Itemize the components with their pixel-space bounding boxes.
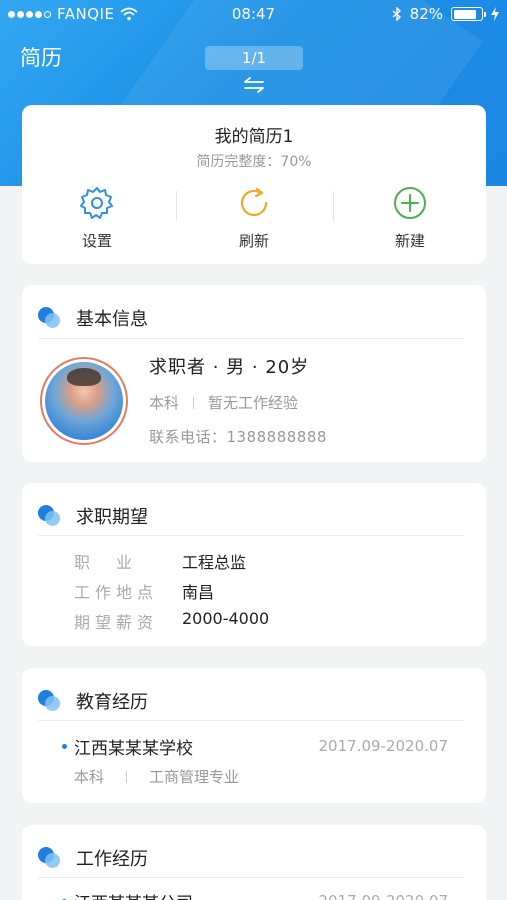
avatar[interactable]	[40, 357, 128, 445]
section-header: 求职期望	[38, 503, 148, 529]
work-experience-card[interactable]: 工作经历 江西某某某公司 2017.09-2020.07	[22, 825, 486, 900]
new-resume-button[interactable]: 新建	[360, 185, 460, 251]
battery-icon	[451, 7, 486, 21]
education-school[interactable]: 江西某某某学校	[62, 734, 193, 759]
settings-button[interactable]: 设置	[47, 185, 147, 251]
expectation-row-location: 工作地点 南昌	[74, 579, 214, 603]
separator	[193, 396, 195, 409]
section-title: 教育经历	[76, 692, 148, 713]
education-details: 本科 工商管理专业	[74, 766, 239, 787]
expectation-value: 南昌	[182, 583, 215, 602]
section-title: 求职期望	[76, 507, 148, 528]
resume-progress: 简历完整度：70%	[196, 154, 312, 170]
bubble-icon	[38, 847, 62, 869]
refresh-button[interactable]: 刷新	[204, 185, 304, 251]
new-resume-label: 新建	[394, 232, 425, 250]
work-period: 2017.09-2020.07	[319, 892, 448, 900]
job-expectation-card[interactable]: 求职期望 职业 工程总监 工作地点 南昌 期望薪资 2000-4000	[22, 483, 486, 646]
expectation-row-occupation: 职业 工程总监	[74, 549, 246, 573]
refresh-label: 刷新	[238, 232, 269, 250]
applicant-summary: 求职者 · 男 · 20岁	[149, 357, 310, 378]
separator	[126, 770, 128, 783]
section-title: 基本信息	[76, 309, 148, 330]
bubble-icon	[38, 505, 62, 527]
basic-info-card[interactable]: 基本信息 求职者 · 男 · 20岁 本科 暂无工作经验 联系电话：138888…	[22, 285, 486, 462]
bubble-icon	[38, 690, 62, 712]
expectation-value: 2000-4000	[182, 609, 270, 628]
action-divider	[176, 191, 177, 221]
section-title: 工作经历	[76, 849, 148, 870]
work-company[interactable]: 江西某某某公司	[62, 889, 193, 900]
gear-icon	[80, 187, 113, 219]
expectation-key: 期望薪资	[74, 613, 159, 632]
degree-text: 本科	[149, 394, 180, 412]
phone-text: 联系电话：1388888888	[149, 428, 327, 446]
bluetooth-icon	[392, 7, 401, 21]
status-bar: FANQIE 08:47 82%	[0, 0, 507, 28]
section-divider	[38, 535, 464, 536]
section-header: 基本信息	[38, 305, 148, 331]
bubble-icon	[38, 307, 62, 329]
action-divider	[333, 191, 334, 221]
charging-icon	[491, 7, 499, 21]
swap-icon[interactable]	[243, 76, 265, 94]
education-period: 2017.09-2020.07	[318, 737, 448, 755]
resume-summary-card: 我的简历1 简历完整度：70% 设置 刷新 新建	[22, 105, 486, 264]
bullet-dot	[62, 744, 67, 749]
resume-pager[interactable]: 1/1	[205, 46, 303, 70]
section-header: 工作经历	[38, 845, 148, 871]
status-right: 82%	[392, 5, 499, 23]
section-divider	[38, 720, 464, 721]
battery-fill	[453, 9, 476, 19]
applicant-details: 本科 暂无工作经验	[149, 392, 298, 413]
section-divider	[38, 338, 464, 339]
page-title: 简历	[20, 46, 62, 70]
school-name: 江西某某某学校	[74, 739, 193, 759]
company-name: 江西某某某公司	[74, 889, 193, 900]
degree-text: 本科	[74, 768, 105, 786]
section-divider	[38, 877, 464, 878]
expectation-row-salary: 期望薪资 2000-4000	[74, 609, 269, 633]
expectation-key: 工作地点	[74, 583, 159, 602]
expectation-key: 职业	[74, 553, 159, 572]
refresh-icon	[240, 187, 268, 217]
education-card[interactable]: 教育经历 江西某某某学校 2017.09-2020.07 本科 工商管理专业	[22, 668, 486, 803]
avatar-photo	[45, 362, 123, 440]
settings-label: 设置	[81, 232, 112, 250]
resume-name: 我的简历1	[214, 127, 294, 147]
plus-circle-icon	[394, 187, 426, 219]
expectation-value: 工程总监	[182, 553, 247, 572]
experience-text: 暂无工作经验	[208, 394, 299, 412]
battery-percent: 82%	[409, 5, 443, 23]
section-header: 教育经历	[38, 688, 148, 714]
major-text: 工商管理专业	[149, 768, 240, 786]
